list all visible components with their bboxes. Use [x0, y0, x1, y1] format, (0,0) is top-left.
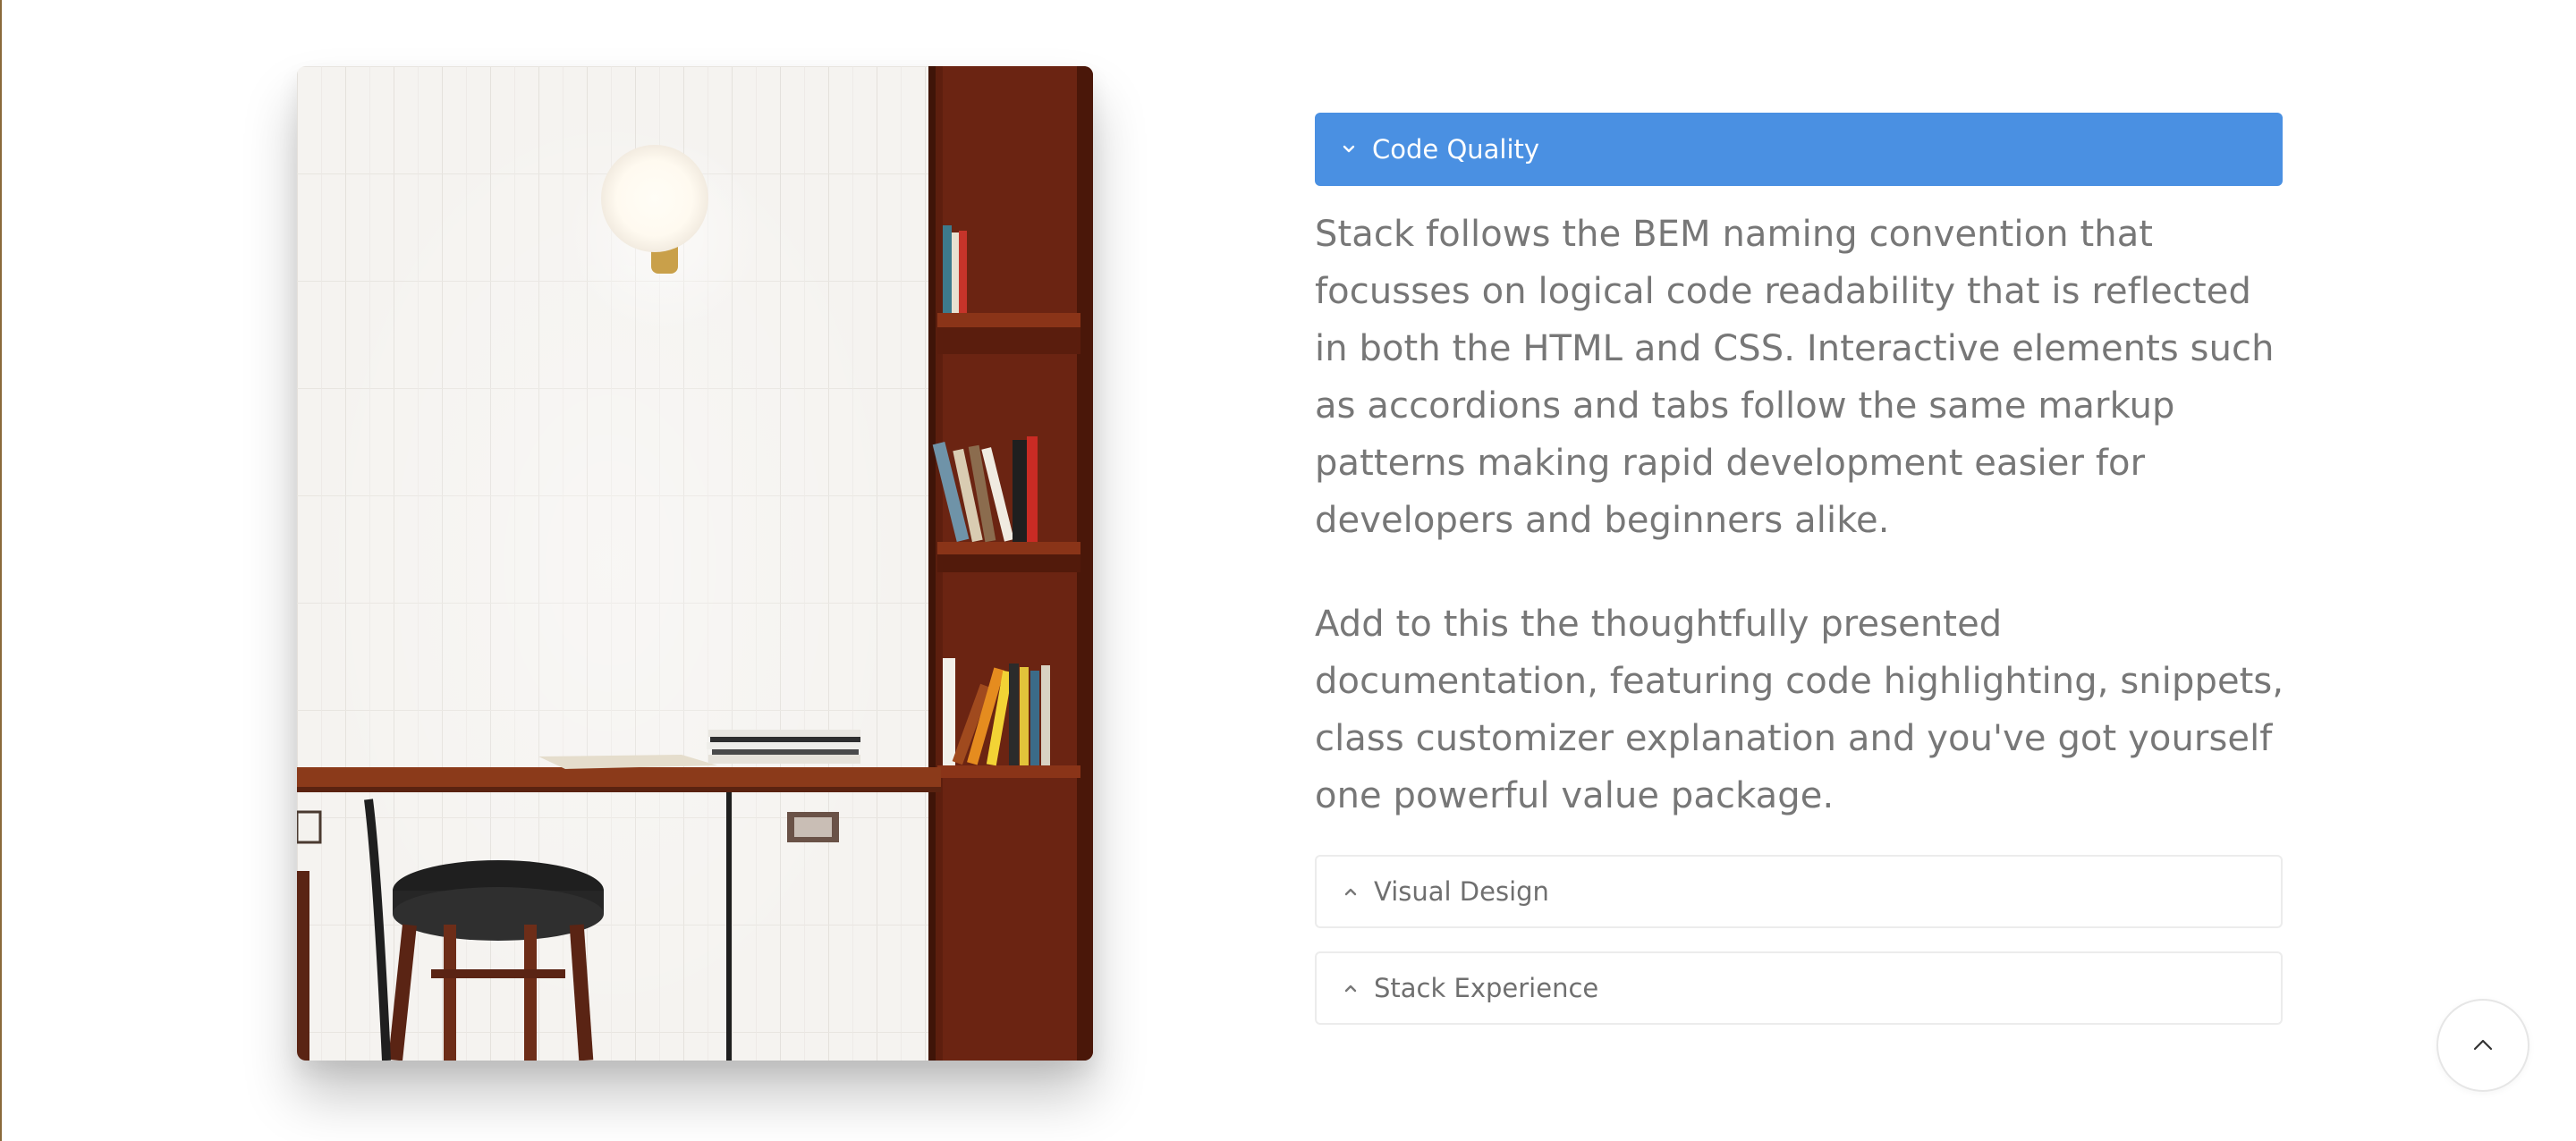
accordion-item-code-quality: Code Quality Stack follows the BEM namin… [1315, 113, 2284, 828]
feature-photo [297, 66, 1093, 1061]
back-to-top-button[interactable] [2436, 999, 2529, 1092]
accordion-title: Visual Design [1374, 875, 1549, 907]
arrow-up-icon [2473, 1039, 2493, 1051]
accordion-paragraph: Stack follows the BEM naming convention … [1315, 214, 2275, 541]
page-edge-line [0, 0, 2, 1141]
accordion-title: Stack Experience [1374, 972, 1599, 1003]
chevron-up-icon [1344, 888, 1357, 896]
feature-accordion: Code Quality Stack follows the BEM namin… [1315, 113, 2284, 1025]
chevron-down-icon [1343, 145, 1355, 153]
accordion-header-visual-design[interactable]: Visual Design [1315, 855, 2283, 928]
accordion-title: Code Quality [1372, 133, 1540, 165]
accordion-header-stack-experience[interactable]: Stack Experience [1315, 951, 2283, 1025]
accordion-header-code-quality[interactable]: Code Quality [1315, 113, 2283, 186]
accordion-item-visual-design: Visual Design [1315, 855, 2283, 928]
accordion-item-stack-experience: Stack Experience [1315, 951, 2283, 1025]
accordion-paragraph: Add to this the thoughtfully presented d… [1315, 604, 2284, 816]
chevron-up-icon [1344, 985, 1357, 993]
accordion-panel-code-quality: Stack follows the BEM naming convention … [1315, 186, 2284, 828]
